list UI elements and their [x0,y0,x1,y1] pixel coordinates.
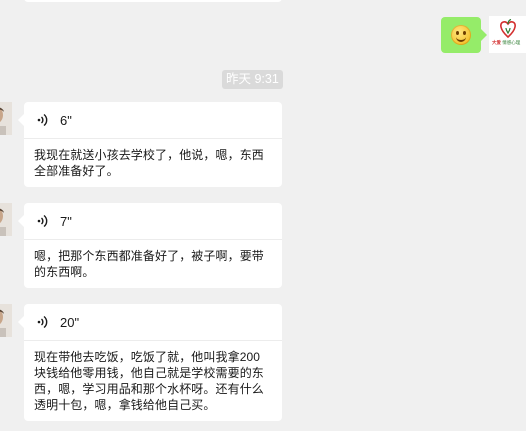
voice-wave-icon [37,113,48,127]
voice-message-bubble[interactable]: 20" 现在带他去吃饭，吃饭了就，他叫我拿200块钱给他零用钱，他自己就是学校需… [18,304,282,421]
apple-heart-logo-icon [500,19,516,39]
contact-avatar[interactable] [0,304,12,337]
message-timestamp: 昨天 9:31 [222,70,283,89]
voice-transcript: 现在带他去吃饭，吃饭了就，他叫我拿200块钱给他零用钱，他自己就是学校需要的东西… [34,350,264,412]
voice-transcript: 我现在就送小孩去学校了，他说，嗯，东西全部准备好了。 [34,148,264,178]
chat-message-area: 大爱 情感心理 昨天 9:31 6" 我现在就送小孩去学校了，他说，嗯，东西全部… [0,0,526,431]
contact-avatar[interactable] [0,102,12,135]
voice-transcript: 嗯，把那个东西都准备好了，被子啊，要带的东西啊。 [34,249,264,279]
outgoing-emoji-bubble[interactable] [441,17,487,53]
voice-play-row[interactable]: 6" [24,102,282,139]
voice-wave-icon [37,315,48,329]
voice-duration: 6" [60,112,72,128]
contact-avatar[interactable] [0,203,12,236]
voice-message-bubble[interactable]: 7" 嗯，把那个东西都准备好了，被子啊，要带的东西啊。 [18,203,282,288]
voice-message-bubble[interactable]: 6" 我现在就送小孩去学校了，他说，嗯，东西全部准备好了。 [18,102,282,187]
voice-play-row[interactable]: 7" [24,203,282,240]
voice-duration: 7" [60,213,72,229]
my-avatar[interactable]: 大爱 情感心理 [489,16,526,53]
voice-play-row[interactable]: 20" [24,304,282,341]
voice-wave-icon [37,214,48,228]
smiley-face-icon [451,25,471,45]
voice-duration: 20" [60,314,80,330]
brand-logo-text: 大爱 情感心理 [492,40,521,45]
previous-message-bubble[interactable] [24,0,282,2]
